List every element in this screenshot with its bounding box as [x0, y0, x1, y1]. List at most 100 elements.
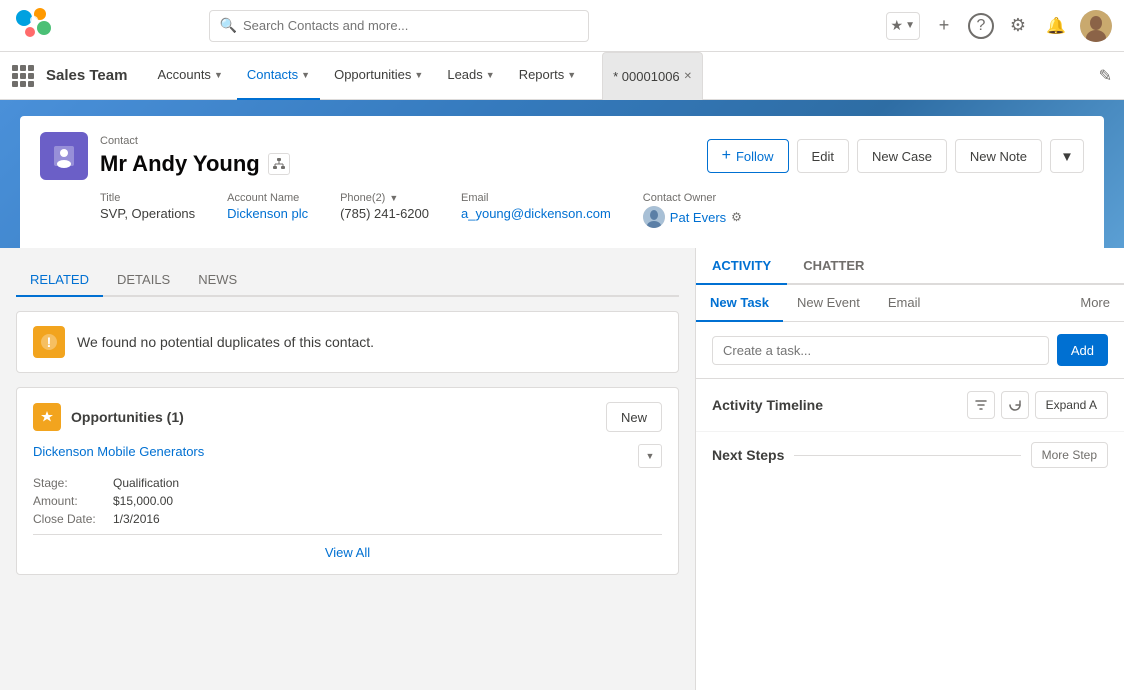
task-input-row: Add — [696, 322, 1124, 379]
user-avatar[interactable] — [1080, 10, 1112, 42]
contacts-chevron: ▼ — [301, 70, 310, 80]
tab-related[interactable]: RELATED — [16, 264, 103, 297]
nav-contacts[interactable]: Contacts ▼ — [237, 52, 320, 100]
stage-row: Stage: Qualification — [33, 476, 662, 490]
field-phone: Phone(2) ▼ (785) 241-6200 — [340, 192, 429, 228]
close-date-row: Close Date: 1/3/2016 — [33, 512, 662, 526]
next-steps-divider — [794, 455, 1020, 456]
activity-tab-email[interactable]: Email — [874, 285, 935, 322]
activity-tabs: New Task New Event Email More — [696, 285, 1124, 322]
left-tab-bar: RELATED DETAILS NEWS — [16, 264, 679, 297]
view-all-link[interactable]: View All — [33, 534, 662, 560]
new-opportunity-button[interactable]: New — [606, 402, 662, 432]
activity-tab-newtask[interactable]: New Task — [696, 285, 783, 322]
expand-button[interactable]: Expand A — [1035, 391, 1108, 419]
help-button[interactable]: ? — [968, 13, 994, 39]
search-bar[interactable]: 🔍 — [209, 10, 589, 42]
edit-nav-icon[interactable]: ✎ — [1099, 66, 1112, 86]
svg-text:!: ! — [47, 334, 52, 350]
duplicate-text: We found no potential duplicates of this… — [77, 334, 374, 350]
phone-dropdown-icon[interactable]: ▼ — [389, 193, 398, 203]
contact-header: Contact Mr Andy Young — [40, 132, 290, 180]
field-owner: Contact Owner Pat Evers ⚙ — [643, 192, 742, 228]
right-panel: ACTIVITY CHATTER New Task New Event Emai… — [695, 248, 1124, 690]
app-name: Sales Team — [46, 67, 127, 84]
star-icon: ★ — [891, 17, 904, 34]
tab-activity[interactable]: ACTIVITY — [696, 248, 787, 285]
activity-tab-more[interactable]: More — [1066, 285, 1124, 321]
settings-button[interactable]: ⚙ — [1004, 12, 1032, 40]
content-area: RELATED DETAILS NEWS ! We found no poten… — [0, 248, 1124, 690]
amount-row: Amount: $15,000.00 — [33, 494, 662, 508]
reports-chevron: ▼ — [567, 70, 576, 80]
favorites-chevron: ▼ — [905, 20, 915, 31]
notifications-button[interactable]: 🔔 — [1042, 12, 1070, 40]
contact-fields: Title SVP, Operations Account Name Dicke… — [40, 180, 1084, 228]
follow-button[interactable]: + Follow — [707, 139, 789, 173]
field-title: Title SVP, Operations — [100, 192, 195, 228]
card-header: Opportunities (1) New — [33, 402, 662, 432]
tab-label: * 00001006 — [613, 69, 680, 84]
filter-button[interactable] — [967, 391, 995, 419]
top-navigation: 🔍 ★ ▼ + ? ⚙ 🔔 — [0, 0, 1124, 52]
org-chart-button[interactable] — [268, 153, 290, 175]
nav-reports[interactable]: Reports ▼ — [509, 52, 586, 100]
opportunities-chevron: ▼ — [414, 70, 423, 80]
leads-chevron: ▼ — [486, 70, 495, 80]
next-steps-row: Next Steps More Step — [696, 432, 1124, 478]
opportunities-icon — [33, 403, 61, 431]
hero-band: Contact Mr Andy Young — [0, 100, 1124, 248]
field-account: Account Name Dickenson plc — [227, 192, 308, 228]
open-tab[interactable]: * 00001006 ✕ — [602, 52, 703, 100]
field-email: Email a_young@dickenson.com — [461, 192, 611, 228]
timeline-title: Activity Timeline — [712, 397, 823, 413]
opportunity-link[interactable]: Dickenson Mobile Generators — [33, 444, 204, 459]
timeline-icons: Expand A — [967, 391, 1108, 419]
app-logo — [12, 6, 56, 46]
contact-name: Mr Andy Young — [100, 151, 290, 177]
search-icon: 🔍 — [220, 17, 237, 34]
dropdown-chevron-icon: ▼ — [1060, 149, 1073, 164]
refresh-button[interactable] — [1001, 391, 1029, 419]
follow-plus-icon: + — [722, 147, 731, 165]
opportunity-row: Dickenson Mobile Generators ▼ — [33, 444, 662, 468]
accounts-chevron: ▼ — [214, 70, 223, 80]
duplicate-notice: ! We found no potential duplicates of th… — [16, 311, 679, 373]
new-case-button[interactable]: New Case — [857, 139, 947, 173]
opportunity-dropdown-button[interactable]: ▼ — [638, 444, 662, 468]
opportunities-title: Opportunities (1) — [71, 409, 184, 425]
tab-chatter[interactable]: CHATTER — [787, 248, 880, 285]
apps-grid-button[interactable] — [12, 65, 34, 87]
nav-accounts[interactable]: Accounts ▼ — [147, 52, 232, 100]
opportunity-dropdown-icon: ▼ — [646, 451, 655, 461]
search-input[interactable] — [243, 18, 578, 33]
opportunity-details: Stage: Qualification Amount: $15,000.00 … — [33, 476, 662, 526]
nav-leads[interactable]: Leads ▼ — [437, 52, 504, 100]
owner-row: Pat Evers ⚙ — [643, 206, 742, 228]
contact-breadcrumb: Contact — [100, 135, 290, 147]
left-panel: RELATED DETAILS NEWS ! We found no poten… — [0, 248, 695, 690]
owner-action-icon[interactable]: ⚙ — [731, 210, 742, 224]
edit-button[interactable]: Edit — [797, 139, 849, 173]
card-title-area: Opportunities (1) — [33, 403, 184, 431]
task-input[interactable] — [712, 336, 1049, 365]
opportunities-card: Opportunities (1) New Dickenson Mobile G… — [16, 387, 679, 575]
duplicate-icon: ! — [33, 326, 65, 358]
owner-avatar — [643, 206, 665, 228]
action-bar: + Follow Edit New Case New Note ▼ — [707, 139, 1084, 173]
actions-dropdown-button[interactable]: ▼ — [1050, 139, 1084, 173]
tab-details[interactable]: DETAILS — [103, 264, 184, 297]
activity-tab-newevent[interactable]: New Event — [783, 285, 874, 322]
new-note-button[interactable]: New Note — [955, 139, 1042, 173]
add-task-button[interactable]: Add — [1057, 334, 1108, 366]
right-tab-bar: ACTIVITY CHATTER — [696, 248, 1124, 285]
contact-type-icon — [40, 132, 88, 180]
tab-news[interactable]: NEWS — [184, 264, 251, 297]
favorites-button[interactable]: ★ ▼ — [886, 12, 920, 40]
nav-opportunities[interactable]: Opportunities ▼ — [324, 52, 433, 100]
add-button[interactable]: + — [930, 12, 958, 40]
tab-close-button[interactable]: ✕ — [684, 71, 692, 82]
more-steps-button[interactable]: More Step — [1031, 442, 1108, 468]
contact-header-card: Contact Mr Andy Young — [20, 116, 1104, 248]
top-nav-icons: ★ ▼ + ? ⚙ 🔔 — [886, 10, 1112, 42]
